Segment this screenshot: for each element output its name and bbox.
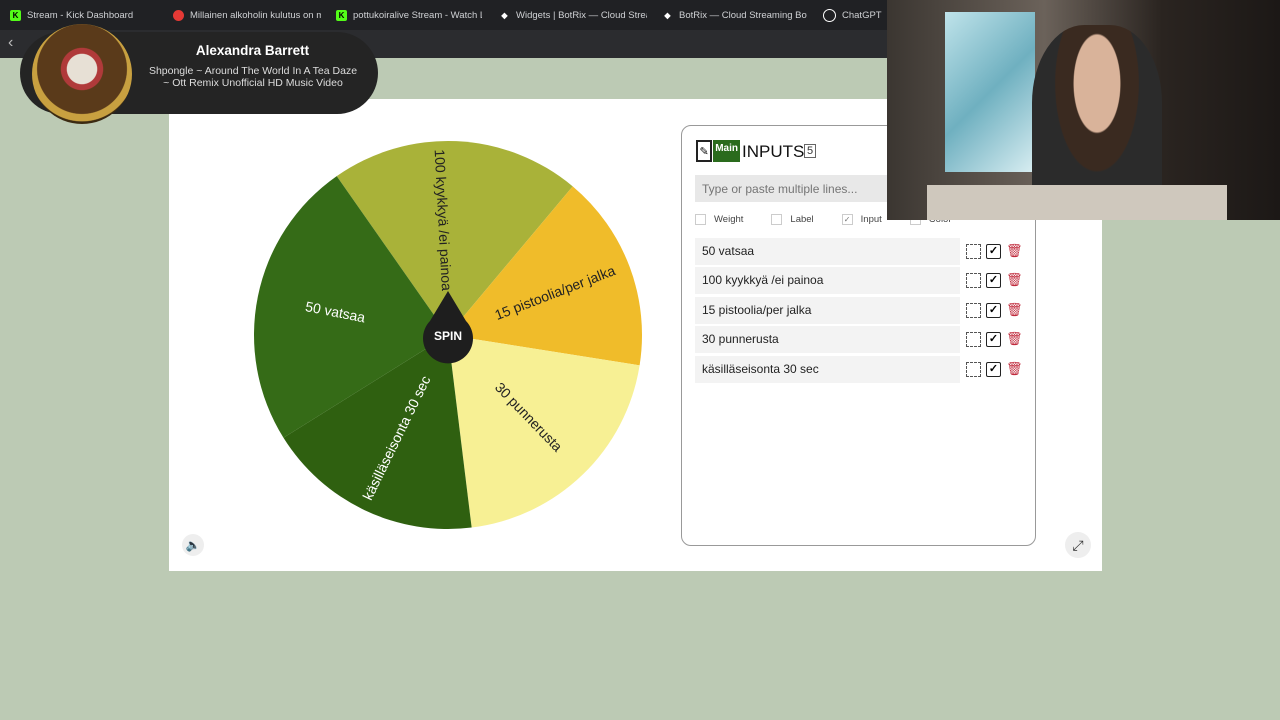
option-input[interactable]: ✓ Input bbox=[841, 214, 882, 225]
input-count-badge: 5 bbox=[804, 144, 817, 158]
duplicate-icon[interactable] bbox=[966, 273, 981, 289]
tab-botrix-bot[interactable]: ◆ BotRix — Cloud Streaming Bot f bbox=[662, 0, 807, 30]
trash-icon[interactable]: 🗑 bbox=[1006, 244, 1023, 257]
duplicate-icon[interactable] bbox=[966, 244, 981, 259]
tab-title: ChatGPT bbox=[842, 9, 882, 21]
tab-botrix-widgets[interactable]: ◆ Widgets | BotRix — Cloud Streaming bbox=[499, 0, 647, 30]
tab-pottukoiralive[interactable]: K pottukoiralive Stream - Watch Live bbox=[336, 0, 482, 30]
trash-icon[interactable]: 🗑 bbox=[1006, 332, 1023, 345]
checkbox-icon[interactable]: ✓ bbox=[986, 244, 1001, 259]
label-checkbox[interactable] bbox=[771, 214, 783, 225]
chatgpt-icon bbox=[823, 8, 836, 22]
list-item: 50 vatsaa ✓ 🗑 bbox=[695, 237, 1025, 266]
row-input[interactable]: 30 punnerusta bbox=[695, 326, 960, 354]
duplicate-icon[interactable] bbox=[966, 361, 981, 377]
checkbox-icon[interactable]: ✓ bbox=[986, 273, 1001, 289]
trash-icon[interactable]: 🗑 bbox=[1006, 303, 1023, 316]
option-label-column[interactable]: Label bbox=[771, 214, 814, 225]
botrix-icon: ◆ bbox=[501, 10, 508, 20]
song-title: Shpongle ~ Around The World In A Tea Daz… bbox=[148, 65, 358, 89]
botrix-icon: ◆ bbox=[664, 10, 671, 20]
album-art bbox=[32, 24, 132, 124]
logo-main: Main bbox=[713, 140, 740, 162]
duplicate-icon[interactable] bbox=[966, 332, 981, 348]
tab-title: Stream - Kick Dashboard bbox=[27, 9, 134, 21]
webcam-overlay bbox=[887, 0, 1280, 220]
checkbox-icon[interactable]: ✓ bbox=[986, 332, 1001, 348]
checkbox-icon[interactable]: ✓ bbox=[986, 361, 1001, 377]
duplicate-icon[interactable] bbox=[966, 302, 981, 318]
tab-title: Millainen alkoholin kulutus on maksa bbox=[190, 9, 321, 21]
option-label: Label bbox=[790, 214, 814, 225]
row-input[interactable]: 50 vatsaa bbox=[695, 238, 960, 265]
table bbox=[927, 185, 1227, 220]
row-input[interactable]: 15 pistoolia/per jalka bbox=[695, 296, 960, 324]
tab-title: pottukoiralive Stream - Watch Live bbox=[353, 9, 482, 21]
fullscreen-icon[interactable]: ⤢ bbox=[1065, 532, 1091, 558]
input-checkbox[interactable]: ✓ bbox=[841, 214, 853, 225]
painting-canvas bbox=[945, 12, 1035, 172]
list-item: 100 kyykkyä /ei painoa ✓ 🗑 bbox=[695, 266, 1025, 295]
row-input[interactable]: käsilläseisonta 30 sec bbox=[695, 355, 960, 383]
artist-name: Alexandra Barrett bbox=[195, 43, 310, 58]
trash-icon[interactable]: 🗑 bbox=[1006, 362, 1023, 375]
option-label: Input bbox=[860, 214, 882, 225]
wheel-logo: ✎ Main bbox=[696, 140, 740, 162]
list-item: 30 punnerusta ✓ 🗑 bbox=[695, 325, 1025, 354]
kick-icon: K bbox=[336, 9, 347, 21]
kick-icon: K bbox=[10, 9, 21, 21]
input-rows: 50 vatsaa ✓ 🗑 100 kyykkyä /ei painoa ✓ 🗑… bbox=[695, 237, 1025, 384]
row-input[interactable]: 100 kyykkyä /ei painoa bbox=[695, 267, 960, 295]
option-weight[interactable]: Weight bbox=[695, 214, 743, 225]
panel-title: INPUTS bbox=[742, 142, 805, 161]
checkbox-icon[interactable]: ✓ bbox=[986, 302, 1001, 318]
volume-icon[interactable]: 🔈 bbox=[182, 534, 204, 556]
wheel-svg[interactable]: 100 kyykkyä /ei painoa15 pistoolia/per j… bbox=[254, 126, 644, 544]
spin-wheel[interactable]: 100 kyykkyä /ei painoa 15 pistoolia/per j… bbox=[254, 126, 644, 544]
pen-icon: ✎ bbox=[696, 140, 713, 162]
tab-title: BotRix — Cloud Streaming Bot f bbox=[679, 9, 807, 21]
now-playing-widget: Alexandra Barrett Shpongle ~ Around The … bbox=[20, 24, 378, 124]
back-arrow-icon[interactable]: ‹ bbox=[8, 34, 13, 52]
trash-icon[interactable]: 🗑 bbox=[1006, 273, 1023, 286]
list-item: käsilläseisonta 30 sec ✓ 🗑 bbox=[695, 355, 1025, 384]
option-label: Weight bbox=[714, 214, 744, 225]
spin-button[interactable]: SPIN bbox=[434, 329, 462, 343]
tab-title: Widgets | BotRix — Cloud Streaming bbox=[516, 9, 647, 21]
list-item: 15 pistoolia/per jalka ✓ 🗑 bbox=[695, 296, 1025, 325]
tab-chatgpt[interactable]: ChatGPT bbox=[823, 0, 883, 30]
youtube-icon bbox=[173, 9, 184, 21]
weight-checkbox[interactable] bbox=[695, 214, 706, 225]
tab-youtube[interactable]: Millainen alkoholin kulutus on maksa bbox=[173, 0, 321, 30]
